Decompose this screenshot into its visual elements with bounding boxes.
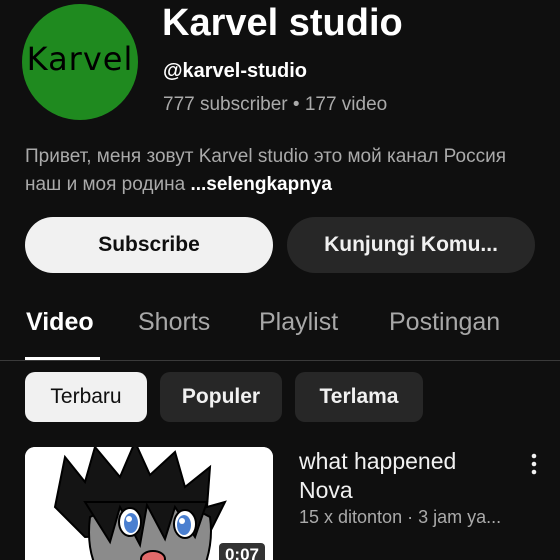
tab-playlist[interactable]: Playlist (259, 308, 338, 337)
video-duration-badge: 0:07 (218, 543, 265, 560)
channel-handle: @karvel-studio (163, 60, 307, 82)
channel-avatar[interactable]: Karvel (22, 4, 138, 120)
channel-page: Karvel Karvel studio @karvel-studio 777 … (0, 0, 560, 560)
channel-stats: 777 subscriber • 177 video (163, 94, 388, 115)
video-meta: 15 x ditonton · 3 jam ya... (299, 507, 502, 527)
active-tab-indicator (25, 357, 100, 360)
channel-description[interactable]: Привет, меня зовут Karvel studio это мой… (25, 143, 545, 199)
chip-terbaru[interactable]: Terbaru (25, 372, 147, 422)
chip-terlama[interactable]: Terlama (295, 372, 423, 422)
channel-name: Karvel studio (162, 2, 403, 44)
tab-postingan[interactable]: Postingan (389, 308, 500, 337)
kebab-dots (531, 453, 537, 475)
visit-community-button[interactable]: Kunjungi Komu... (287, 217, 535, 273)
subscribe-button[interactable]: Subscribe (25, 217, 273, 273)
tab-video[interactable]: Video (26, 308, 94, 337)
chip-populer[interactable]: Populer (160, 372, 282, 422)
more-link[interactable]: ...selengkapnya (190, 174, 332, 195)
video-title[interactable]: what happened Nova (299, 447, 509, 505)
channel-tabs: Video Shorts Playlist Postingan (0, 300, 560, 361)
avatar-logo-text: Karvel (26, 40, 134, 78)
more-vert-icon[interactable] (524, 450, 544, 478)
video-thumbnail[interactable]: 0:07 (25, 447, 273, 560)
tab-shorts[interactable]: Shorts (138, 308, 210, 337)
